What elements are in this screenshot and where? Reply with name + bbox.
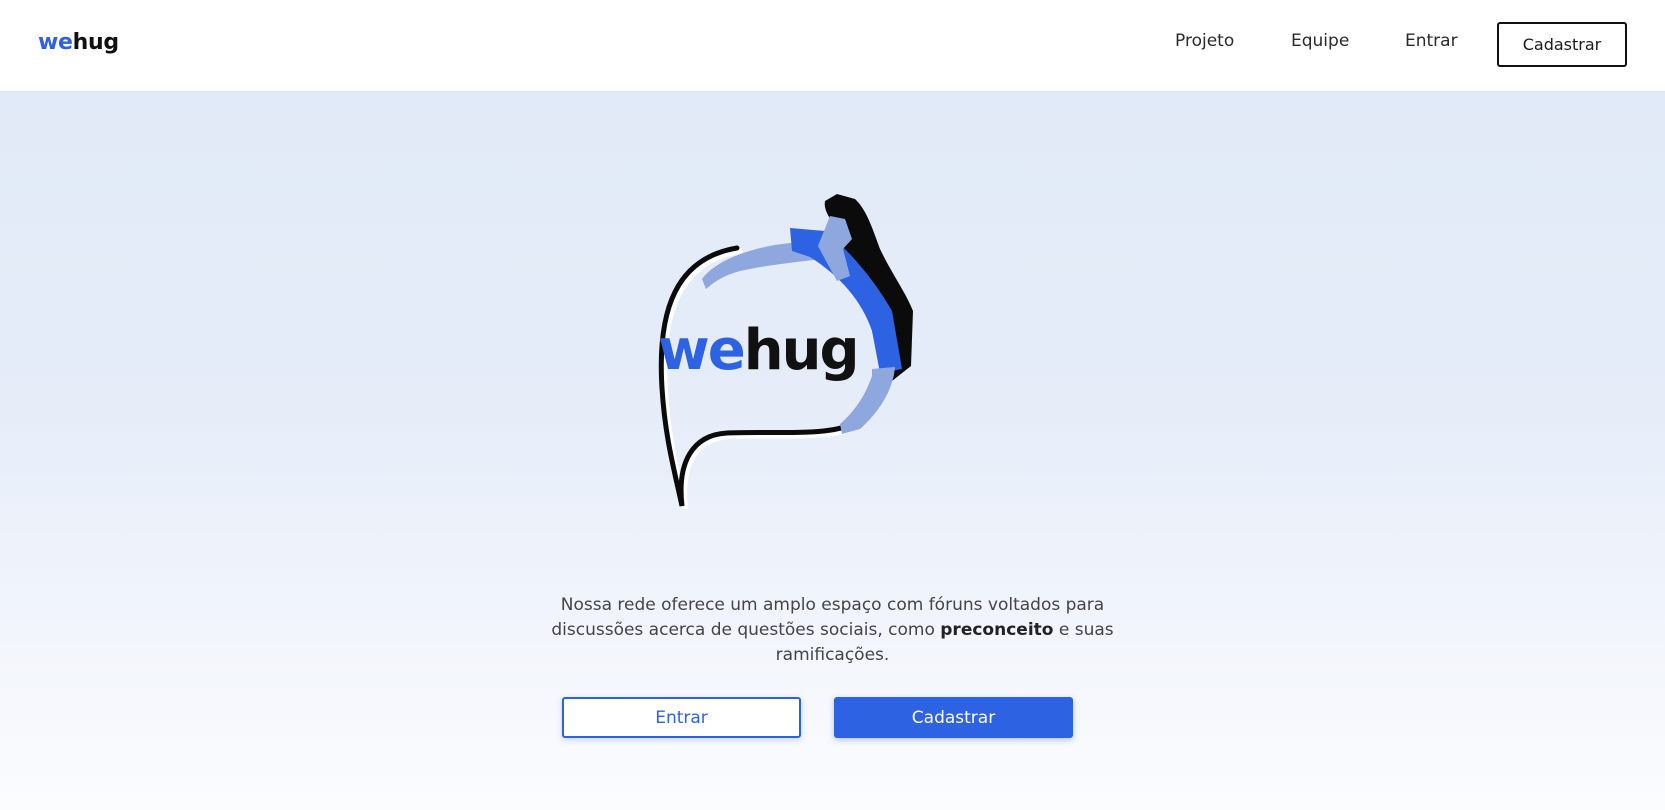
hero-signup-button[interactable]: Cadastrar	[834, 697, 1073, 738]
brand-logo-we: we	[38, 30, 73, 55]
hero-description: Nossa rede oferece um amplo espaço com f…	[545, 593, 1120, 668]
hero-login-button[interactable]: Entrar	[562, 697, 801, 738]
brand-logo[interactable]: wehug	[38, 30, 119, 55]
nav-link-entrar[interactable]: Entrar	[1405, 31, 1458, 51]
brand-logo-hug: hug	[72, 30, 119, 55]
hero-description-highlight: preconceito	[940, 620, 1054, 640]
top-navbar: wehug Projeto Equipe Entrar Cadastrar	[0, 0, 1665, 91]
hero-section: wehug Nossa rede oferece um amplo espaço…	[0, 91, 1665, 810]
nav-signup-button[interactable]: Cadastrar	[1497, 22, 1627, 67]
hero-logo-hug: hug	[744, 318, 858, 383]
hero-logo-we: we	[658, 318, 744, 383]
nav-link-equipe[interactable]: Equipe	[1291, 31, 1349, 51]
nav-link-projeto[interactable]: Projeto	[1175, 31, 1234, 51]
hero-logo-text: wehug	[658, 318, 858, 383]
hug-speech-bubble-illustration: wehug	[658, 194, 913, 510]
